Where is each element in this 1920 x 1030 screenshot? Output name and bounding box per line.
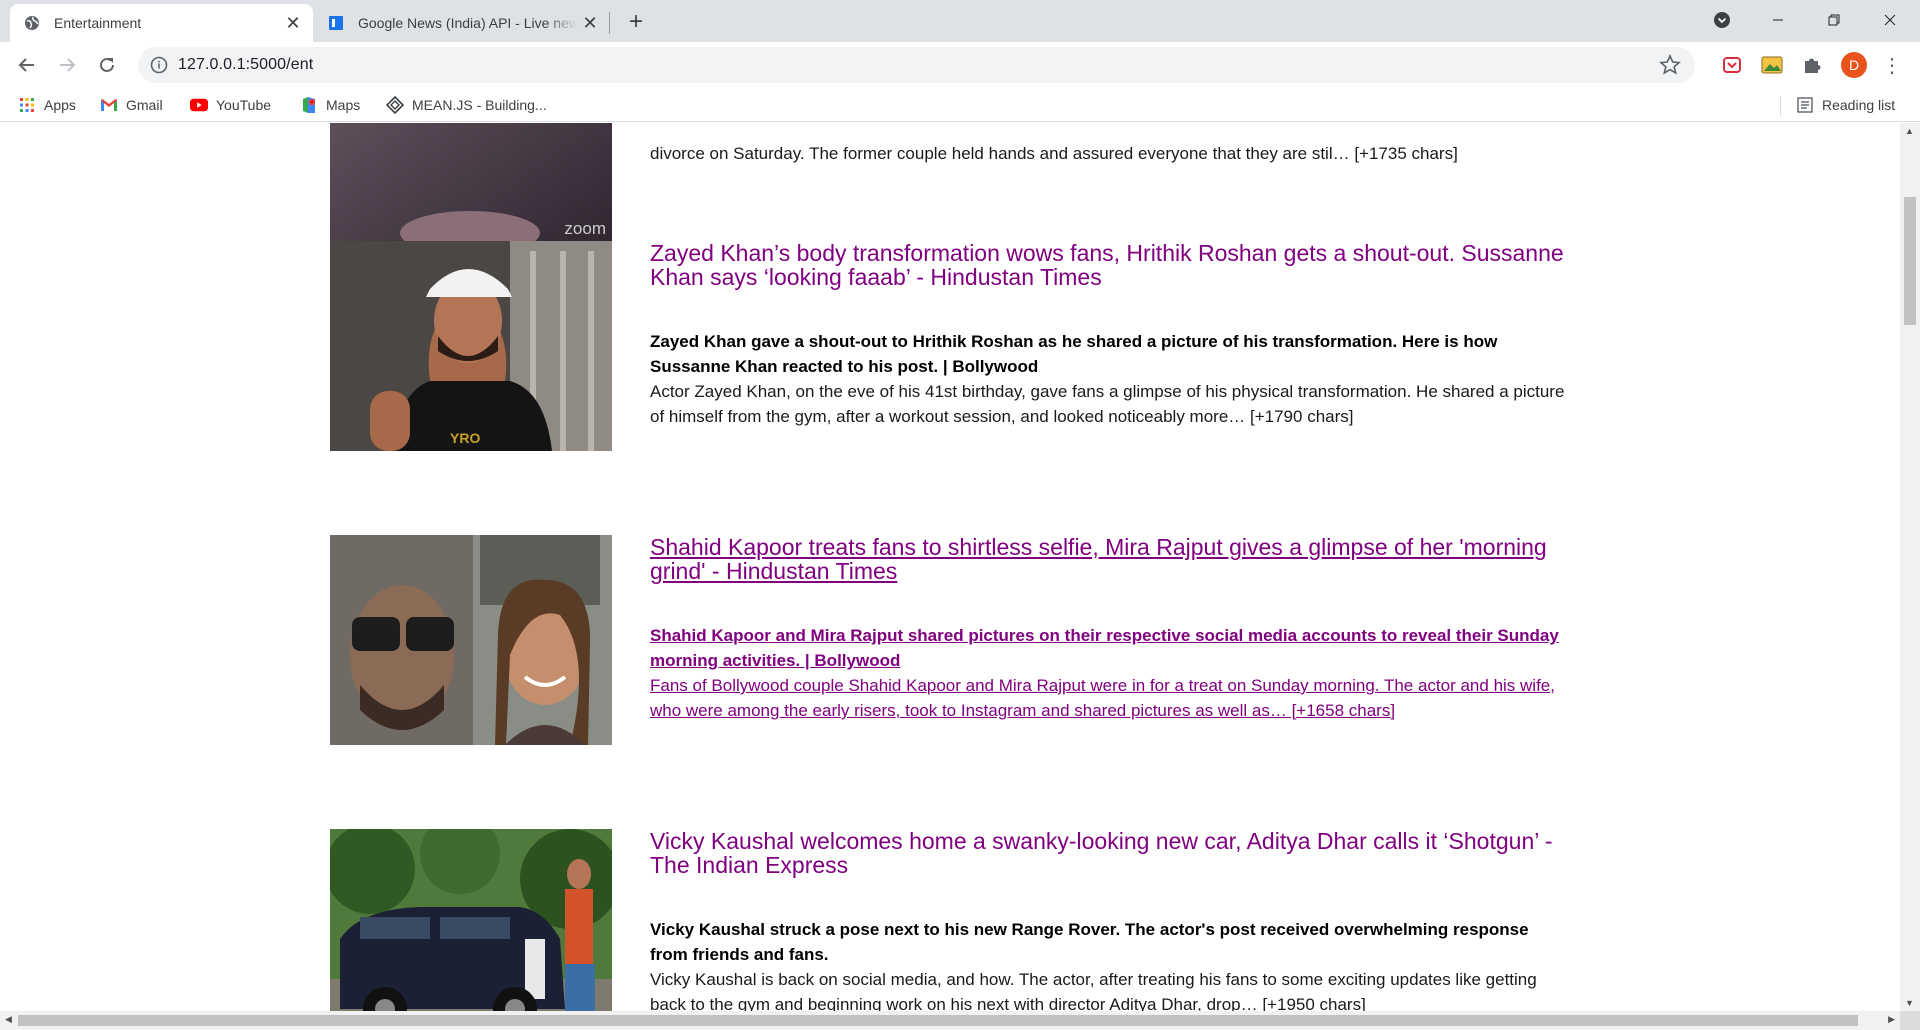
gmail-icon xyxy=(100,96,118,114)
bookmark-label: Maps xyxy=(326,97,361,113)
bookmark-maps[interactable]: Maps xyxy=(300,94,360,116)
close-window-icon[interactable] xyxy=(1862,0,1918,40)
article-text: Shahid Kapoor treats fans to shirtless s… xyxy=(650,535,1570,723)
scrollbar-corner xyxy=(1900,1011,1920,1030)
profile-avatar[interactable]: D xyxy=(1841,52,1867,78)
forward-arrow-icon[interactable] xyxy=(52,50,82,80)
bookmarks-separator xyxy=(1780,96,1781,116)
article-text: divorce on Saturday. The former couple h… xyxy=(650,123,1570,166)
scroll-down-arrow-icon[interactable]: ▼ xyxy=(1905,998,1914,1008)
tab-separator xyxy=(609,12,610,34)
page-viewport: zoom divorce on Saturday. The former cou… xyxy=(0,123,1900,1011)
document-icon xyxy=(329,16,343,30)
article-thumbnail[interactable] xyxy=(330,829,612,1011)
article-thumbnail[interactable]: zoom xyxy=(330,123,612,243)
bookmark-label: Apps xyxy=(44,97,76,113)
article-description: Vicky Kaushal struck a pose next to his … xyxy=(650,920,1529,964)
reading-list-label: Reading list xyxy=(1822,97,1896,113)
tab-google-news-api[interactable]: Google News (India) API - Live news ✕ xyxy=(314,4,610,42)
article-thumbnail[interactable] xyxy=(330,535,612,745)
article-content[interactable]: Fans of Bollywood couple Shahid Kapoor a… xyxy=(650,673,1570,723)
youtube-icon xyxy=(190,96,208,114)
minimize-icon[interactable] xyxy=(1750,0,1806,40)
article-headline-link[interactable]: Vicky Kaushal welcomes home a swanky-loo… xyxy=(650,829,1570,877)
article-content: divorce on Saturday. The former couple h… xyxy=(650,144,1458,163)
bookmark-youtube[interactable]: YouTube xyxy=(190,94,271,116)
svg-text:YRO: YRO xyxy=(450,430,480,446)
close-tab-icon[interactable]: ✕ xyxy=(578,11,602,35)
bookmarks-bar: Apps Gmail YouTube Maps MEAN.JS - Buildi… xyxy=(0,88,1920,122)
reading-list-button[interactable]: Reading list xyxy=(1796,94,1895,116)
menu-kebab-icon[interactable]: ⋮ xyxy=(1880,53,1904,77)
close-tab-icon[interactable]: ✕ xyxy=(281,11,305,35)
new-tab-plus-icon[interactable]: + xyxy=(622,8,650,36)
meanjs-icon xyxy=(386,96,404,114)
reload-icon[interactable] xyxy=(92,50,122,80)
bookmark-meanjs[interactable]: MEAN.JS - Building... xyxy=(386,94,547,116)
article-thumbnail[interactable]: YRO xyxy=(330,241,612,451)
back-arrow-icon[interactable] xyxy=(12,50,42,80)
vertical-scrollbar[interactable]: ▲ ▼ xyxy=(1900,123,1920,1011)
thumbnail-watermark: zoom xyxy=(564,219,606,238)
scroll-right-arrow-icon[interactable]: ▶ xyxy=(1888,1014,1895,1025)
globe-icon xyxy=(25,16,39,30)
article-text: Vicky Kaushal welcomes home a swanky-loo… xyxy=(650,829,1570,1011)
bookmark-label: YouTube xyxy=(216,97,272,113)
image-extension-icon[interactable] xyxy=(1760,53,1784,77)
bookmark-label: MEAN.JS - Building... xyxy=(412,97,547,113)
toolbar: 127.0.0.1:5000/ent D ⋮ xyxy=(0,42,1920,88)
article-headline-link[interactable]: Shahid Kapoor treats fans to shirtless s… xyxy=(650,535,1570,583)
site-info-icon[interactable] xyxy=(150,56,168,74)
extensions-puzzle-icon[interactable] xyxy=(1800,53,1824,77)
article-headline-link[interactable]: Zayed Khan’s body transformation wows fa… xyxy=(650,241,1570,289)
restore-icon[interactable] xyxy=(1806,0,1862,40)
bookmark-apps[interactable]: Apps xyxy=(18,94,76,116)
bookmark-label: Gmail xyxy=(126,97,163,113)
url-text[interactable]: 127.0.0.1:5000/ent xyxy=(178,56,313,74)
horizontal-scrollbar[interactable]: ◀ ▶ xyxy=(0,1011,1900,1030)
vertical-scroll-thumb[interactable] xyxy=(1904,197,1916,325)
tab-search-icon[interactable] xyxy=(1694,0,1750,40)
apps-grid-icon xyxy=(18,96,36,114)
article-description[interactable]: Shahid Kapoor and Mira Rajput shared pic… xyxy=(650,623,1570,673)
maps-icon xyxy=(300,96,318,114)
scroll-up-arrow-icon[interactable]: ▲ xyxy=(1905,126,1914,136)
article-content: Vicky Kaushal is back on social media, a… xyxy=(650,970,1537,1011)
tab-title: Entertainment xyxy=(54,15,142,31)
address-bar[interactable]: 127.0.0.1:5000/ent xyxy=(138,47,1695,83)
tab-strip: Entertainment ✕ Google News (India) API … xyxy=(0,0,1920,42)
article-text: Zayed Khan’s body transformation wows fa… xyxy=(650,241,1570,429)
horizontal-scroll-thumb[interactable] xyxy=(18,1015,1858,1026)
tab-entertainment[interactable]: Entertainment ✕ xyxy=(10,4,313,42)
bookmark-star-icon[interactable] xyxy=(1659,54,1681,76)
article-content: Actor Zayed Khan, on the eve of his 41st… xyxy=(650,382,1565,426)
article-description: Zayed Khan gave a shout-out to Hrithik R… xyxy=(650,332,1498,376)
tab-title: Google News (India) API - Live news xyxy=(358,15,578,31)
pocket-extension-icon[interactable] xyxy=(1720,53,1744,77)
scroll-left-arrow-icon[interactable]: ◀ xyxy=(5,1014,12,1025)
bookmark-gmail[interactable]: Gmail xyxy=(100,94,163,116)
reading-list-icon xyxy=(1796,96,1814,114)
